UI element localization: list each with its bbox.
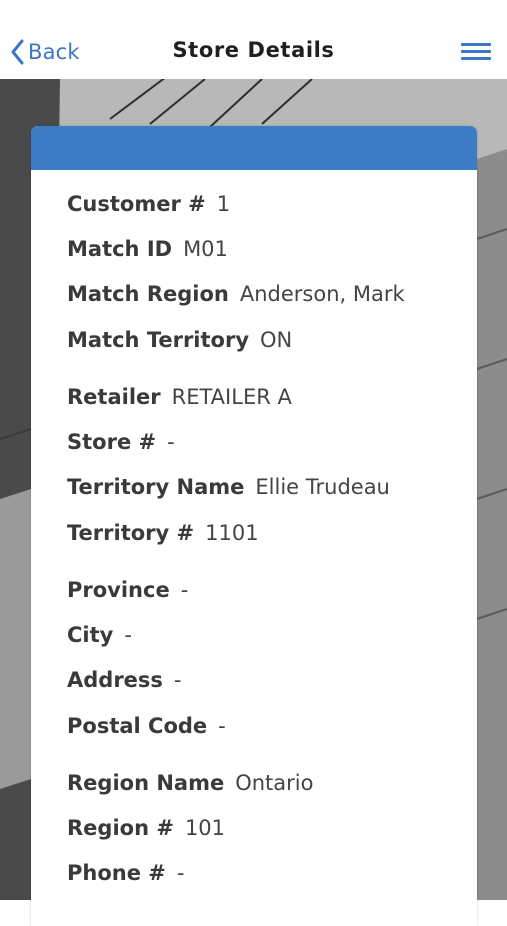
field-value: RETAILER A: [171, 385, 292, 409]
field-value: 1101: [205, 521, 259, 545]
field-region-name: Region Name Ontario: [67, 770, 313, 796]
field-label: Phone #: [67, 861, 166, 885]
field-postal-code: Postal Code -: [67, 713, 226, 739]
field-label: Territory Name: [67, 475, 245, 499]
field-label: Region #: [67, 816, 174, 840]
field-label: Territory #: [67, 521, 195, 545]
field-label: Address: [67, 668, 163, 692]
field-value: M01: [183, 237, 228, 261]
page-title: Store Details: [172, 38, 335, 62]
field-value: Ontario: [235, 771, 314, 795]
field-value: ON: [260, 328, 293, 352]
card-header: [31, 126, 477, 170]
field-label: Retailer: [67, 385, 161, 409]
field-match-id: Match ID M01: [67, 236, 228, 262]
field-label: Store #: [67, 430, 157, 454]
store-details-card: Customer # 1 Match ID M01 Match Region Ande…: [31, 126, 477, 926]
field-region-number: Region # 101: [67, 815, 225, 841]
field-value: -: [176, 861, 185, 885]
field-retailer: Retailer RETAILER A: [67, 384, 292, 410]
field-value: -: [180, 578, 189, 602]
field-label: Postal Code: [67, 714, 208, 738]
field-label: Match Territory: [67, 328, 250, 352]
field-label: City: [67, 623, 114, 647]
field-label: Customer #: [67, 192, 206, 216]
hamburger-menu-icon[interactable]: [461, 40, 491, 64]
field-customer-number: Customer # 1: [67, 191, 230, 217]
field-value: 1: [216, 192, 231, 216]
field-province: Province -: [67, 577, 188, 603]
field-value: -: [218, 714, 226, 738]
field-label: Match ID: [67, 237, 173, 261]
field-address: Address -: [67, 667, 182, 693]
field-city: City -: [67, 622, 132, 648]
field-value: Ellie Trudeau: [255, 475, 390, 499]
field-value: 101: [184, 816, 226, 840]
field-label: Region Name: [67, 771, 225, 795]
field-value: -: [124, 623, 132, 647]
field-territory-number: Territory # 1101: [67, 520, 259, 546]
field-value: -: [173, 668, 182, 692]
field-value: -: [167, 430, 175, 454]
field-phone-number: Phone # -: [67, 860, 184, 886]
field-match-region: Match Region Anderson, Mark: [67, 281, 405, 307]
field-match-territory: Match Territory ON: [67, 327, 292, 353]
field-store-number: Store # -: [67, 429, 175, 455]
field-label: Match Region: [67, 282, 229, 306]
navigation-bar: Back Store Details: [0, 0, 507, 79]
field-value: Anderson, Mark: [239, 282, 405, 306]
field-territory-name: Territory Name Ellie Trudeau: [67, 474, 390, 500]
field-label: Province: [67, 578, 170, 602]
